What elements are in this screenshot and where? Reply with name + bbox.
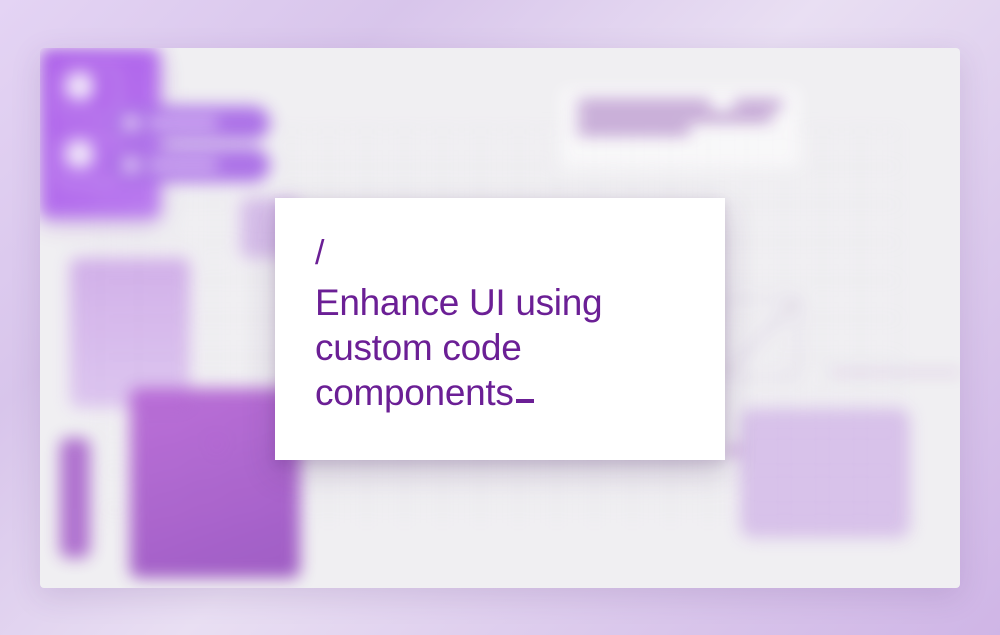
title-line-1: Enhance UI using: [315, 282, 602, 323]
slash-prefix: /: [315, 236, 685, 270]
title-line-3: components: [315, 372, 514, 413]
title-line-2: custom code: [315, 327, 521, 368]
wireframe-box-icon: [720, 298, 800, 378]
title-card: / Enhance UI using custom code component…: [275, 198, 725, 460]
dot-icon: [729, 446, 738, 455]
list-item-pill: [110, 148, 270, 182]
decor-rect: [70, 258, 190, 408]
list-item-pill: [110, 106, 270, 140]
text-lines-icon: [560, 88, 800, 168]
decor-rect: [740, 408, 910, 538]
decor-rect: [60, 438, 90, 558]
slide-title: Enhance UI using custom code components: [315, 280, 685, 415]
underline-accent: [830, 368, 960, 374]
target-dot-icon: [210, 438, 224, 452]
promo-slide: / Enhance UI using custom code component…: [40, 48, 960, 588]
cursor-icon: [516, 399, 534, 403]
